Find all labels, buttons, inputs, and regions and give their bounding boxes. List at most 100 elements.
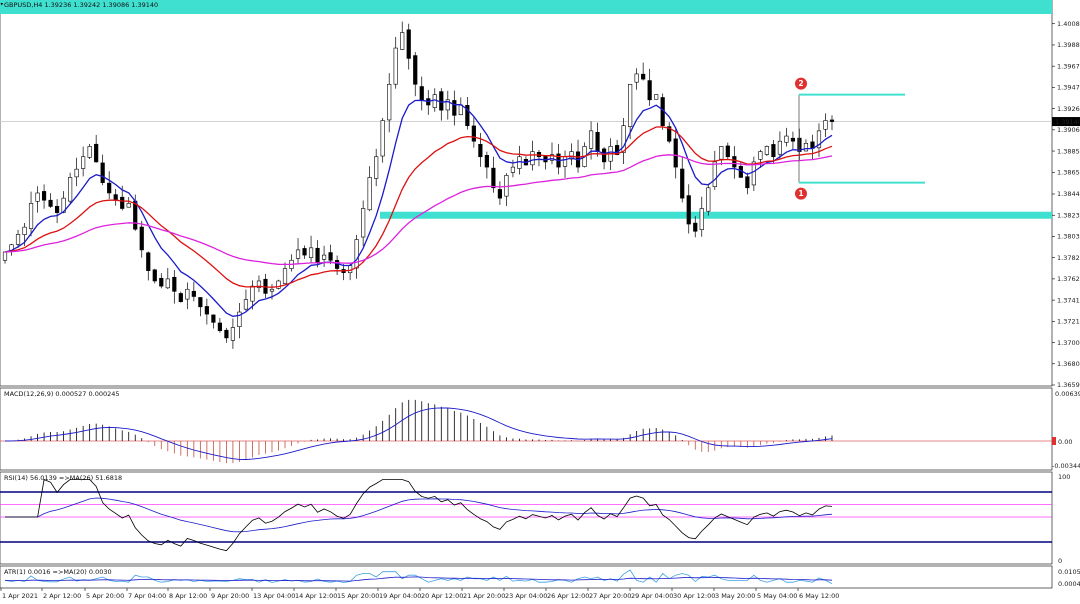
candle-body (308, 247, 314, 258)
candle-body (406, 29, 411, 59)
candle-body (543, 155, 548, 163)
time-tick-label: 9 Apr 20:00 (211, 592, 249, 600)
candle-body (484, 155, 489, 168)
candle-body (211, 314, 216, 323)
current-price-label: 1.39140 (1055, 118, 1080, 126)
candle-body (282, 268, 288, 284)
candle-body (628, 83, 633, 127)
candle-body (94, 143, 99, 163)
candle-body (380, 120, 385, 157)
candle-body (829, 119, 835, 122)
candle-body (452, 100, 457, 116)
atr-tick-bottom: 0.0004 (1058, 580, 1080, 588)
trading-chart[interactable]: 2 1 GBPUSD,H4 1.39236 1.39242 1.39086 1.3… (0, 0, 1080, 604)
macd-tick-top: 0.006391 (1055, 390, 1080, 398)
candle-body (185, 288, 190, 300)
price-tick-label: 1.37210 (1057, 318, 1080, 326)
candle-body (165, 278, 170, 289)
candle-body (758, 151, 763, 160)
candle-body (673, 138, 678, 168)
price-tick-label: 1.37620 (1057, 275, 1080, 283)
price-pane[interactable]: 2 1 GBPUSD,H4 1.39236 1.39242 1.39086 1.3… (0, 0, 1080, 389)
time-tick-label: 5 May 04:00 (757, 592, 797, 600)
candle-body (771, 144, 776, 158)
time-tick-label: 8 Apr 12:00 (169, 592, 207, 600)
price-tick-label: 1.38440 (1057, 190, 1080, 198)
candle-body (432, 94, 437, 108)
candle-body (497, 189, 502, 199)
candle-body (680, 168, 685, 199)
candle-body (126, 203, 131, 208)
atr-label: ATR(1) 0.0016 =>MA(20) 0.0030 (4, 568, 112, 576)
macd-tick-zero: 0.00 (1058, 438, 1072, 446)
time-tick-label: 30 Apr 12:00 (673, 592, 715, 600)
macd-label: MACD(12,26,9) 0.000527 0.000245 (4, 390, 120, 398)
time-tick-label: 21 Apr 20:00 (463, 592, 505, 600)
price-axis: 1.40085 1.39880 1.39675 1.39470 1.39265 1.390… (1052, 20, 1080, 389)
price-tick-label: 1.38235 (1057, 211, 1080, 219)
time-tick-label: 5 Apr 20:00 (86, 592, 124, 600)
candle-body (374, 156, 379, 179)
candle-body (367, 177, 372, 211)
candle-body (510, 166, 516, 173)
time-tick-label: 14 Apr 12:00 (295, 592, 337, 600)
price-tick-label: 1.37415 (1057, 296, 1080, 304)
rsi-label: RSI(14) 56.0139 =>MA(26) 51.6818 (4, 474, 122, 482)
candle-body (764, 146, 769, 155)
candle-body (712, 161, 717, 188)
candle-body (191, 290, 196, 297)
macd-tick-bottom: -0.003445 (1052, 462, 1080, 470)
candle-body (87, 146, 92, 158)
price-tick-label: 1.36595 (1057, 381, 1080, 389)
candle-body (393, 47, 398, 85)
candle-body (348, 265, 353, 274)
candle-body (68, 177, 73, 202)
candle-body (159, 277, 164, 287)
candle-body (413, 55, 418, 85)
price-tick-label: 1.38650 (1057, 168, 1080, 176)
candle-body (777, 140, 782, 155)
candle-body (100, 162, 105, 183)
candle-body (686, 195, 691, 225)
candle-body (22, 226, 27, 235)
candle-body (204, 306, 209, 315)
time-tick-label: 29 Apr 04:00 (631, 592, 673, 600)
candle-body (641, 73, 646, 80)
candle-body (74, 168, 79, 178)
candle-body (387, 83, 392, 121)
candle-body (120, 196, 125, 209)
candle-body (217, 322, 222, 331)
support-zone (380, 211, 1052, 219)
price-tick-label: 1.38030 (1057, 233, 1080, 241)
candle-body (15, 234, 21, 245)
candle-body (790, 137, 796, 142)
candle-body (562, 156, 568, 167)
price-tick-label: 1.37825 (1057, 254, 1080, 262)
time-tick-label: 13 Apr 04:00 (253, 592, 295, 600)
candle-body (2, 251, 8, 261)
candle-body (719, 146, 724, 160)
candle-body (224, 329, 229, 339)
atr-pane[interactable]: ATR(1) 0.0016 =>MA(20) 0.0030 0.0105 0.0… (0, 565, 1080, 589)
candle-body (250, 285, 255, 302)
time-tick-label: 2 Apr 12:00 (43, 592, 81, 600)
candle-body (139, 226, 144, 251)
candle-body (530, 151, 535, 166)
rsi-pane[interactable]: RSI(14) 56.0139 =>MA(26) 51.6818 100 0 (0, 471, 1070, 565)
candle-body (28, 203, 34, 229)
candle-body (315, 247, 320, 263)
time-tick-label: 15 Apr 20:00 (337, 592, 379, 600)
candle-body (706, 187, 711, 212)
candle-body (725, 145, 730, 158)
time-tick-label: 20 Apr 12:00 (421, 592, 463, 600)
macd-pane[interactable]: MACD(12,26,9) 0.000527 0.000245 0.006391… (0, 387, 1080, 471)
price-tick-label: 1.39880 (1057, 41, 1080, 49)
price-tick-label: 1.36800 (1057, 360, 1080, 368)
candle-body (699, 208, 704, 230)
candle-body (647, 80, 652, 101)
candle-body (588, 130, 594, 149)
candle-body (35, 192, 40, 202)
candle-body (41, 191, 47, 201)
time-tick-label: 3 May 20:00 (715, 592, 755, 600)
annotation-label: 1 (798, 189, 803, 198)
